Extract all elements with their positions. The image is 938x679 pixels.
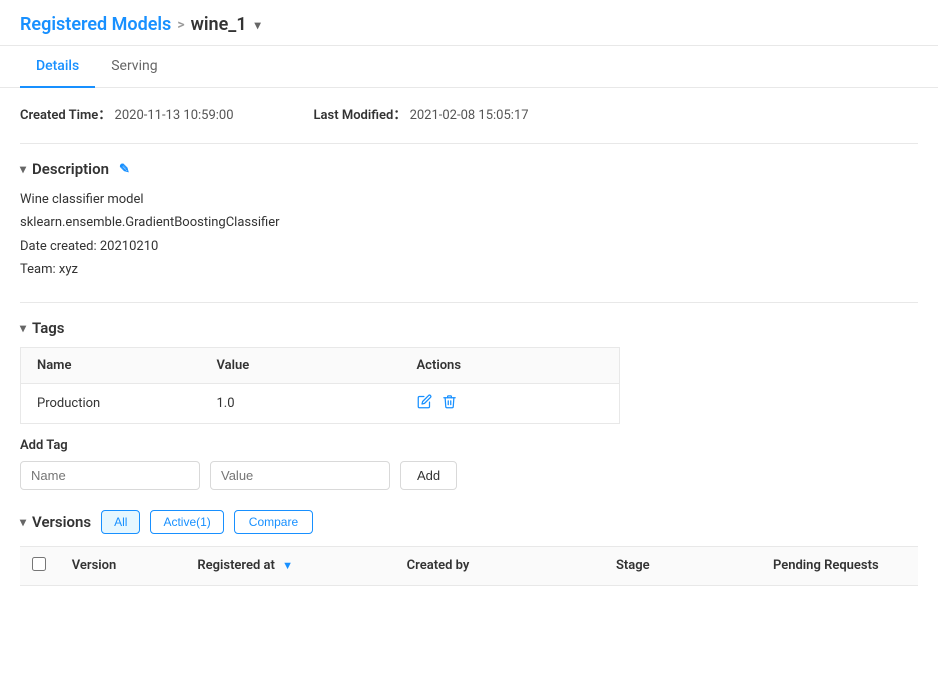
select-all-checkbox[interactable] — [32, 557, 46, 571]
description-section: ▾ Description ✎ Wine classifier model sk… — [20, 160, 918, 282]
tag-actions — [401, 383, 620, 423]
modified-value: 2021-02-08 15:05:17 — [410, 108, 529, 123]
tabs: Details Serving — [20, 46, 918, 87]
versions-header: ▾ Versions All Active(1) Compare — [20, 510, 918, 534]
tags-header: ▾ Tags — [20, 319, 918, 337]
delete-tag-button[interactable] — [442, 394, 457, 413]
tab-serving[interactable]: Serving — [95, 46, 173, 88]
description-body: Wine classifier model sklearn.ensemble.G… — [20, 188, 918, 282]
main-content: Created Time： 2020-11-13 10:59:00 Last M… — [0, 88, 938, 602]
meta-row: Created Time： 2020-11-13 10:59:00 Last M… — [20, 104, 918, 123]
add-tag-section: Add Tag Add — [20, 438, 918, 490]
description-toggle[interactable]: ▾ — [20, 162, 26, 176]
tags-table-header-row: Name Value Actions — [21, 347, 620, 383]
col-version-header: Version — [60, 546, 186, 585]
created-time: Created Time： 2020-11-13 10:59:00 — [20, 104, 234, 123]
versions-section: ▾ Versions All Active(1) Compare Version… — [20, 510, 918, 586]
breadcrumb-parent[interactable]: Registered Models — [20, 14, 171, 35]
compare-button[interactable]: Compare — [234, 510, 313, 534]
page-header: Registered Models > wine_1 ▾ — [0, 0, 938, 46]
filter-active-button[interactable]: Active(1) — [150, 510, 223, 534]
breadcrumb: Registered Models > wine_1 ▾ — [20, 14, 918, 35]
col-registered-header[interactable]: Registered at ▼ — [185, 546, 394, 585]
description-header: ▾ Description ✎ — [20, 160, 918, 178]
divider-2 — [20, 302, 918, 303]
versions-table: Version Registered at ▼ Created by Stage… — [20, 546, 918, 586]
desc-line-2: sklearn.ensemble.GradientBoostingClassif… — [20, 211, 918, 234]
created-value: 2020-11-13 10:59:00 — [115, 108, 234, 123]
tag-value-input[interactable] — [210, 461, 390, 490]
breadcrumb-dropdown-icon[interactable]: ▾ — [255, 18, 261, 32]
desc-line-1: Wine classifier model — [20, 188, 918, 211]
modified-time: Last Modified： 2021-02-08 15:05:17 — [314, 104, 529, 123]
tab-details[interactable]: Details — [20, 46, 95, 88]
col-name: Name — [21, 347, 201, 383]
versions-toggle[interactable]: ▾ — [20, 515, 26, 529]
tags-title: Tags — [32, 319, 65, 337]
sort-registered-icon[interactable]: ▼ — [282, 559, 293, 572]
tag-name: Production — [21, 383, 201, 423]
breadcrumb-separator: > — [177, 17, 184, 33]
col-checkbox — [20, 546, 60, 585]
tag-name-input[interactable] — [20, 461, 200, 490]
tabs-container: Details Serving — [0, 46, 938, 88]
col-value: Value — [201, 347, 401, 383]
add-tag-button[interactable]: Add — [400, 461, 457, 490]
versions-table-header-row: Version Registered at ▼ Created by Stage… — [20, 546, 918, 585]
tags-toggle[interactable]: ▾ — [20, 321, 26, 335]
versions-title: ▾ Versions — [20, 513, 91, 531]
tags-section: ▾ Tags Name Value Actions Production 1.0 — [20, 319, 918, 490]
versions-label: Versions — [32, 513, 91, 531]
desc-line-3: Date created: 20210210 — [20, 235, 918, 258]
col-actions: Actions — [401, 347, 620, 383]
tag-row: Production 1.0 — [21, 383, 620, 423]
col-pending-header: Pending Requests — [761, 546, 918, 585]
created-label: Created Time： — [20, 108, 111, 123]
filter-all-button[interactable]: All — [101, 510, 140, 534]
add-tag-row: Add — [20, 461, 918, 490]
breadcrumb-current: wine_1 — [191, 14, 247, 35]
edit-tag-button[interactable] — [417, 394, 432, 413]
add-tag-label: Add Tag — [20, 438, 918, 453]
desc-line-4: Team: xyz — [20, 258, 918, 281]
description-edit-icon[interactable]: ✎ — [119, 162, 130, 177]
col-created-header: Created by — [395, 546, 604, 585]
col-registered-label: Registered at — [197, 558, 275, 573]
divider-1 — [20, 143, 918, 144]
col-stage-header: Stage — [604, 546, 761, 585]
modified-label: Last Modified： — [314, 108, 407, 123]
action-icons — [417, 394, 604, 413]
tags-table: Name Value Actions Production 1.0 — [20, 347, 620, 424]
tag-value: 1.0 — [201, 383, 401, 423]
description-title: Description — [32, 160, 109, 178]
